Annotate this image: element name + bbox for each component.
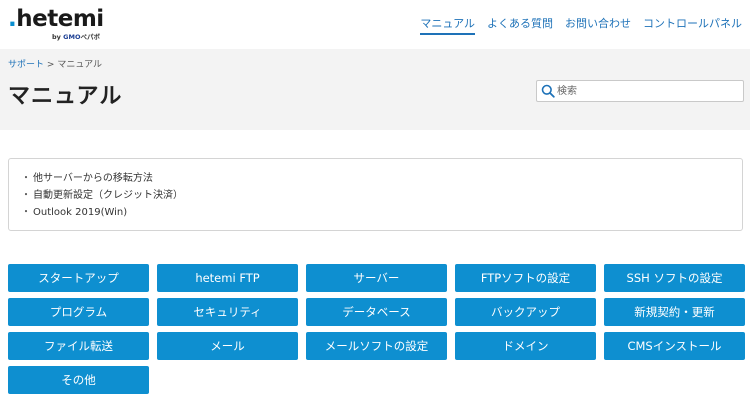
featured-links-list: ・他サーバーからの移転方法 ・自動更新設定（クレジット決済） ・ Outlook … <box>21 170 730 221</box>
list-item[interactable]: ・自動更新設定（クレジット決済） <box>21 187 730 204</box>
logo[interactable]: .hetemi by GMOペパボ <box>8 6 112 42</box>
nav-control-panel[interactable]: コントロールパネル <box>643 17 742 35</box>
breadcrumb-separator: > <box>46 60 55 70</box>
search-box[interactable] <box>536 80 744 102</box>
category-button-mail[interactable]: メール <box>157 332 298 360</box>
category-button-contract[interactable]: 新規契約・更新 <box>604 298 745 326</box>
list-item[interactable]: ・ Outlook 2019(Win) <box>21 204 730 221</box>
category-button-hetemi-ftp[interactable]: hetemi FTP <box>157 264 298 292</box>
category-button-domain[interactable]: ドメイン <box>455 332 596 360</box>
page-title: マニュアル <box>8 84 123 109</box>
breadcrumb: サポート > マニュアル <box>8 57 102 70</box>
category-button-file-transfer[interactable]: ファイル転送 <box>8 332 149 360</box>
logo-subtitle: by GMOペパボ <box>52 33 100 41</box>
breadcrumb-current: マニュアル <box>57 60 103 70</box>
title-band: サポート > マニュアル マニュアル <box>0 49 750 130</box>
category-button-startup[interactable]: スタートアップ <box>8 264 149 292</box>
logo-mark: .hetemi <box>8 6 104 32</box>
global-nav: マニュアル よくある質問 お問い合わせ コントロールパネル <box>420 17 742 35</box>
nav-faq[interactable]: よくある質問 <box>487 17 553 35</box>
category-grid: スタートアップ hetemi FTP サーバー FTPソフトの設定 SSH ソフ… <box>8 264 745 394</box>
list-item[interactable]: ・他サーバーからの移転方法 <box>21 170 730 187</box>
category-button-mail-software[interactable]: メールソフトの設定 <box>306 332 447 360</box>
breadcrumb-support-link[interactable]: サポート <box>8 60 44 70</box>
category-button-other[interactable]: その他 <box>8 366 149 394</box>
nav-contact[interactable]: お問い合わせ <box>565 17 631 35</box>
site-header: .hetemi by GMOペパボ マニュアル よくある質問 お問い合わせ コン… <box>0 0 750 48</box>
featured-links-box: ・他サーバーからの移転方法 ・自動更新設定（クレジット決済） ・ Outlook … <box>8 158 743 231</box>
category-button-cms-install[interactable]: CMSインストール <box>604 332 745 360</box>
category-button-server[interactable]: サーバー <box>306 264 447 292</box>
category-button-ssh-software[interactable]: SSH ソフトの設定 <box>604 264 745 292</box>
category-button-program[interactable]: プログラム <box>8 298 149 326</box>
category-button-database[interactable]: データベース <box>306 298 447 326</box>
search-input[interactable] <box>557 83 737 99</box>
category-button-security[interactable]: セキュリティ <box>157 298 298 326</box>
category-button-backup[interactable]: バックアップ <box>455 298 596 326</box>
nav-manual[interactable]: マニュアル <box>420 17 475 35</box>
search-icon[interactable] <box>541 84 555 98</box>
category-button-ftp-software[interactable]: FTPソフトの設定 <box>455 264 596 292</box>
